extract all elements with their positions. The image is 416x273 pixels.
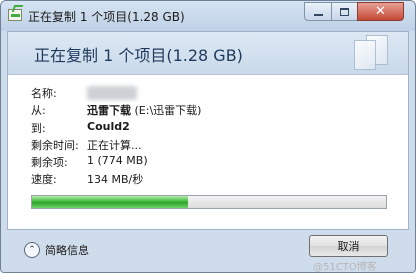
time-left-value: 正在计算... [87, 139, 142, 152]
from-value[interactable]: 迅雷下载 (E:\迅雷下载) [87, 102, 201, 118]
fewer-details-label: 简略信息 [45, 244, 89, 257]
to-folder-name: Could2 [87, 120, 130, 133]
time-left-label: 剩余时间: [31, 139, 79, 152]
title-bar[interactable]: 正在复制 1 个项目(1.28 GB) ✕ [1, 1, 415, 31]
dialog-footer: ⌃ 简略信息 取消 @51CTO博客 [1, 230, 415, 272]
name-label: 名称: [31, 87, 57, 100]
copy-dialog-window: 正在复制 1 个项目(1.28 GB) ✕ 正在复制 1 个项目(1.28 GB… [0, 0, 416, 273]
page-title: 正在复制 1 个项目(1.28 GB) [34, 46, 243, 65]
chevron-up-icon: ⌃ [24, 242, 40, 258]
speed-label: 速度: [31, 173, 57, 186]
from-folder-path: (E:\迅雷下载) [131, 104, 202, 117]
fewer-details-toggle[interactable]: ⌃ 简略信息 [24, 241, 89, 259]
maximize-icon [340, 7, 349, 16]
items-left-label: 剩余项: [31, 156, 68, 169]
speed-value: 134 MB/秒 [87, 173, 144, 186]
close-button[interactable]: ✕ [357, 2, 404, 21]
cancel-button[interactable]: 取消 [309, 235, 388, 257]
copy-progress-bar [31, 195, 387, 209]
minimize-button[interactable] [304, 2, 332, 21]
window-title: 正在复制 1 个项目(1.28 GB) [28, 10, 185, 24]
to-label: 到: [31, 122, 46, 135]
document-icon [354, 40, 376, 70]
items-left-value: 1 (774 MB) [87, 154, 148, 167]
minimize-icon [313, 14, 323, 16]
copy-dialog-icon [8, 9, 22, 21]
name-value-redacted [87, 86, 137, 100]
dialog-content: 正在复制 1 个项目(1.28 GB) 名称: 从: 迅雷下载 (E:\迅雷下载… [7, 31, 409, 230]
from-folder-name: 迅雷下载 [87, 104, 131, 117]
maximize-button[interactable] [331, 2, 358, 21]
progress-fill [32, 196, 188, 208]
to-value[interactable]: Could2 [87, 120, 130, 133]
close-icon: ✕ [375, 4, 386, 19]
from-label: 从: [31, 104, 46, 117]
header-band: 正在复制 1 个项目(1.28 GB) [8, 32, 408, 75]
watermark: @51CTO博客 [313, 262, 377, 273]
